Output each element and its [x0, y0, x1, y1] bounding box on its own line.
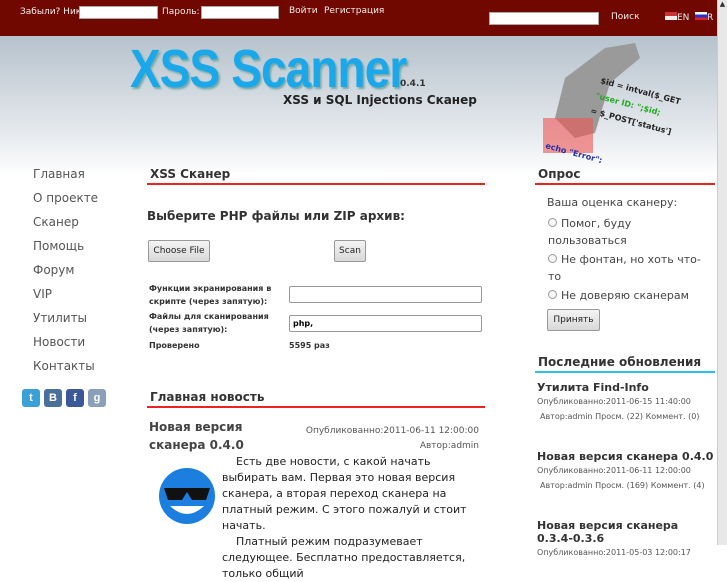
- poll-option[interactable]: Не доверяю сканерам: [548, 287, 713, 304]
- nav-utilities[interactable]: Утилиты: [33, 311, 98, 335]
- logo[interactable]: XSS Scanner: [130, 38, 407, 100]
- poll-option[interactable]: Помог, буду пользоваться: [548, 215, 713, 249]
- update-item: Утилита Find-Info Опубликованно:2011-06-1…: [537, 381, 717, 424]
- nav-home[interactable]: Главная: [33, 167, 98, 191]
- nav-vip[interactable]: VIP: [33, 287, 98, 311]
- news-author: Автор:admin: [419, 441, 479, 451]
- file-types-input[interactable]: [289, 315, 482, 332]
- subtitle: XSS и SQL Injections Сканер: [283, 93, 477, 107]
- smiley-sunglasses-image: [159, 468, 215, 524]
- radio-icon[interactable]: [548, 254, 557, 263]
- nav-help[interactable]: Помощь: [33, 239, 98, 263]
- password-label: Пароль:: [162, 7, 200, 17]
- radio-icon[interactable]: [548, 218, 557, 227]
- barcode-scanner-illustration: $id = intval($_GET "user ID: ";$id; = $_…: [543, 43, 682, 163]
- news-paragraph: Есть две новости, с какой начать выбират…: [222, 455, 467, 532]
- version: 0.4.1: [400, 79, 426, 89]
- updates-heading: Последние обновления: [535, 355, 715, 373]
- choose-file-button[interactable]: Choose File: [148, 240, 210, 262]
- poll-heading: Опрос: [535, 167, 715, 185]
- facebook-icon[interactable]: f: [66, 389, 84, 407]
- nick-label: Забыли? Ник:: [20, 7, 85, 17]
- poll-question: Ваша оценка сканеру:: [547, 196, 678, 209]
- scanner-heading: XSS Сканер: [147, 167, 485, 185]
- search-input[interactable]: [489, 12, 599, 25]
- update-title[interactable]: Утилита Find-Info: [537, 381, 717, 394]
- nav-scanner[interactable]: Сканер: [33, 215, 98, 239]
- file-types-label: Файлы для сканирования (через запятую):: [149, 312, 269, 334]
- nav-forum[interactable]: Форум: [33, 263, 98, 287]
- top-bar: Забыли? Ник: Пароль: Войти Регистрация П…: [0, 0, 717, 36]
- scanner-prompt: Выберите PHP файлы или ZIP архив:: [147, 209, 405, 223]
- news-published: Опубликованно:2011-06-11 12:00:00: [305, 426, 479, 436]
- checked-label: Проверено: [149, 341, 200, 350]
- nav-about[interactable]: О проекте: [33, 191, 98, 215]
- update-title[interactable]: Новая версия сканера 0.3.4-0.3.6: [537, 519, 717, 545]
- ru-flag-icon: [695, 12, 707, 20]
- poll-option[interactable]: Не фонтан, но хоть что-то: [548, 251, 713, 285]
- register-link[interactable]: Регистрация: [324, 6, 384, 16]
- us-flag-icon: [665, 12, 677, 20]
- scan-button[interactable]: Scan: [334, 240, 366, 262]
- vk-icon[interactable]: B: [44, 389, 62, 407]
- nav-contacts[interactable]: Контакты: [33, 359, 98, 383]
- social-links: t B f g: [22, 389, 106, 407]
- news-headline[interactable]: Новая версия сканера 0.4.0: [149, 418, 299, 454]
- login-link[interactable]: Войти: [289, 6, 318, 16]
- scrollbar[interactable]: ▲: [717, 0, 727, 545]
- search-button[interactable]: Поиск: [611, 12, 640, 22]
- update-title[interactable]: Новая версия сканера 0.4.0: [537, 450, 717, 463]
- radio-icon[interactable]: [548, 290, 557, 299]
- lang-ru[interactable]: R: [695, 12, 713, 23]
- update-item: Новая версия сканера 0.3.4-0.3.6 Опублико…: [537, 519, 717, 560]
- update-item: Новая версия сканера 0.4.0 Опубликованно:…: [537, 450, 717, 493]
- escape-functions-input[interactable]: [289, 286, 482, 303]
- checked-count: 5595 раз: [289, 341, 330, 350]
- password-input[interactable]: [201, 6, 279, 19]
- nick-input[interactable]: [79, 6, 158, 19]
- poll-submit-button[interactable]: Принять: [547, 309, 600, 331]
- sidebar-nav: Главная О проекте Сканер Помощь Форум VI…: [33, 167, 98, 383]
- google-icon[interactable]: g: [88, 389, 106, 407]
- news-paragraph: Платный режим подразумевает следующее. Б…: [222, 535, 466, 580]
- escape-functions-label: Функции экранирования в скрипте (через з…: [149, 284, 272, 306]
- nav-news[interactable]: Новости: [33, 335, 98, 359]
- main-news-heading: Главная новость: [147, 390, 485, 408]
- lang-en[interactable]: EN: [665, 12, 689, 23]
- scroll-up-icon[interactable]: ▲: [718, 0, 727, 8]
- twitter-icon[interactable]: t: [22, 389, 40, 407]
